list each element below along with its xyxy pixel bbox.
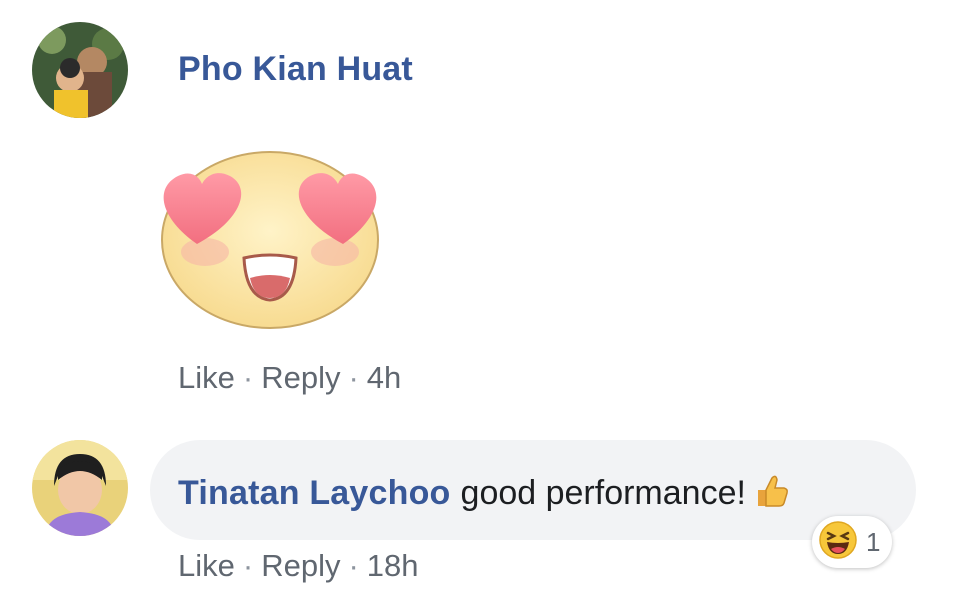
heart-eyes-face-sticker: [150, 132, 390, 332]
comment: Tinatan Laychoo good performance! 1 Like ·…: [0, 420, 960, 600]
comment-actions: Like · Reply · 4h: [178, 360, 401, 396]
separator: ·: [242, 360, 254, 395]
like-link[interactable]: Like: [178, 548, 235, 583]
comment-author[interactable]: Pho Kian Huat: [178, 50, 413, 89]
like-link[interactable]: Like: [178, 360, 235, 395]
avatar[interactable]: [32, 22, 128, 118]
separator: ·: [348, 548, 359, 583]
separator: ·: [242, 548, 254, 583]
comment: Pho Kian Huat Like · Reply · 4h: [0, 0, 960, 420]
reply-link[interactable]: Reply: [261, 548, 340, 583]
reply-link[interactable]: Reply: [261, 360, 340, 395]
reaction-summary[interactable]: 1: [812, 516, 893, 568]
timestamp[interactable]: 4h: [367, 360, 401, 395]
laughing-face-icon: [818, 520, 858, 565]
reaction-count: 1: [866, 526, 881, 557]
separator: ·: [348, 360, 359, 395]
timestamp[interactable]: 18h: [367, 548, 419, 583]
thumbs-up-icon: [750, 470, 790, 519]
comment-body: good performance!: [460, 474, 746, 512]
comment-text: Tinatan Laychoo good performance!: [178, 470, 790, 519]
avatar[interactable]: [32, 440, 128, 536]
comment-actions: Like · Reply · 18h: [178, 548, 419, 584]
comment-bubble: Tinatan Laychoo good performance!: [150, 440, 916, 540]
comment-author[interactable]: Tinatan Laychoo: [178, 474, 451, 512]
